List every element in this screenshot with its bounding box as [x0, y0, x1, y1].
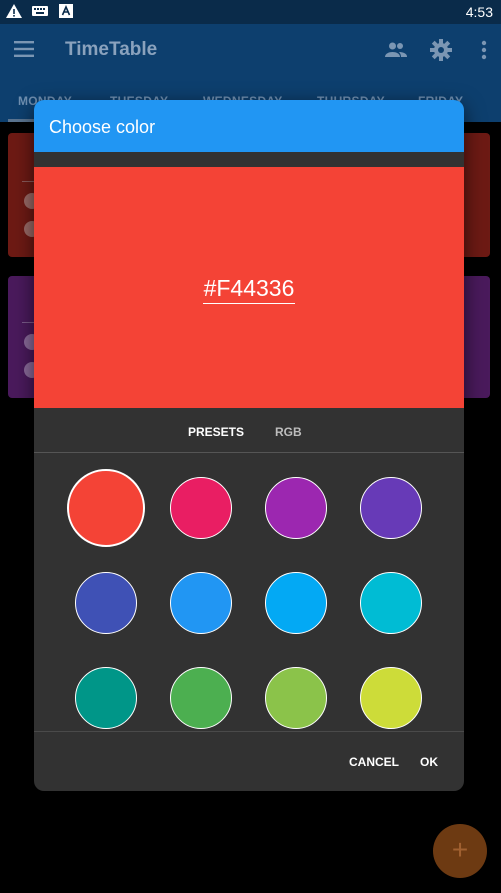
color-swatch[interactable]	[67, 469, 145, 547]
mode-tabs: PRESETS RGB	[34, 408, 464, 453]
color-picker-dialog: Choose color #F44336 PRESETS RGB CANCEL …	[34, 100, 464, 791]
hex-value-text[interactable]: #F44336	[202, 275, 296, 304]
dialog-title: Choose color	[49, 117, 156, 137]
color-swatch[interactable]	[360, 572, 422, 634]
add-button[interactable]: +	[433, 824, 487, 878]
status-bar: 4:53	[0, 0, 501, 24]
keyboard-icon	[32, 4, 48, 18]
color-swatch[interactable]	[265, 477, 327, 539]
color-swatch[interactable]	[360, 667, 422, 729]
people-icon[interactable]	[384, 38, 408, 62]
color-swatch[interactable]	[170, 477, 232, 539]
warning-icon	[6, 4, 22, 18]
color-swatch[interactable]	[170, 667, 232, 729]
dialog-footer: CANCEL OK	[34, 731, 464, 791]
hex-value-field[interactable]: #F44336	[34, 275, 464, 304]
clock: 4:53	[465, 4, 493, 20]
color-swatch[interactable]	[360, 477, 422, 539]
color-swatch[interactable]	[265, 667, 327, 729]
color-swatch[interactable]	[170, 572, 232, 634]
a-box-icon	[58, 4, 74, 18]
tab-presets[interactable]: PRESETS	[188, 425, 244, 439]
ok-button[interactable]: OK	[420, 755, 438, 769]
color-swatch[interactable]	[265, 572, 327, 634]
color-swatch[interactable]	[75, 572, 137, 634]
cancel-button[interactable]: CANCEL	[349, 755, 399, 769]
menu-icon[interactable]	[14, 41, 34, 57]
tab-rgb[interactable]: RGB	[275, 425, 302, 439]
gear-icon[interactable]	[429, 38, 453, 62]
app-title: TimeTable	[65, 39, 158, 60]
more-vert-icon[interactable]	[472, 38, 496, 62]
color-preview: #F44336	[34, 167, 464, 408]
preset-swatches	[34, 453, 464, 731]
color-swatch[interactable]	[75, 667, 137, 729]
dialog-title-bar: Choose color	[34, 100, 464, 152]
